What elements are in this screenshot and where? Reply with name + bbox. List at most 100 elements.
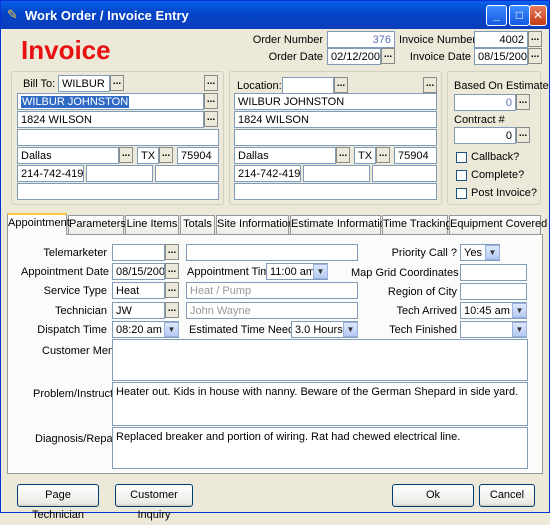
page-technician-button[interactable]: Page Technician xyxy=(17,484,99,521)
dispatch-time-dropdown[interactable]: ▼ xyxy=(164,322,179,337)
service-type-field[interactable]: Heat xyxy=(112,282,165,299)
cancel-button[interactable]: Cancel xyxy=(479,484,535,507)
order-number-field[interactable]: 376 xyxy=(327,31,395,48)
invoice-number-field[interactable]: 4002 xyxy=(474,31,528,48)
service-type-lookup-button[interactable]: ... xyxy=(165,282,179,298)
priority-call-dropdown[interactable]: ▼ xyxy=(485,245,500,260)
based-on-estimate-field[interactable]: 0 xyxy=(454,94,516,111)
estimate-lookup-button[interactable]: ... xyxy=(516,94,530,110)
tab-totals[interactable]: Totals xyxy=(180,215,215,234)
location-more-button[interactable]: ... xyxy=(423,77,437,93)
contract-lookup-button[interactable]: ... xyxy=(516,127,530,143)
location-state-button[interactable]: ... xyxy=(376,147,390,163)
based-on-estimate-label: Based On Estimate xyxy=(454,80,549,92)
tab-equipment-covered[interactable]: Equipment Covered xyxy=(449,215,547,234)
customer-memo-textarea[interactable] xyxy=(112,339,528,381)
app-icon: ✎ xyxy=(7,7,18,22)
order-date-picker-button[interactable]: ... xyxy=(381,48,395,64)
title-bar[interactable]: ✎ Work Order / Invoice Entry _ □ ✕ xyxy=(1,1,549,29)
complete-label: Complete? xyxy=(471,169,525,181)
page-title: Invoice xyxy=(21,35,111,65)
customer-inquiry-button[interactable]: Customer Inquiry xyxy=(115,484,193,521)
tab-time-tracking[interactable]: Time Tracking xyxy=(382,215,452,234)
maximize-button[interactable]: □ xyxy=(509,5,530,26)
service-type-label: Service Type xyxy=(43,285,107,297)
bill-to-lookup-button[interactable]: ... xyxy=(110,75,124,91)
post-invoice-checkbox[interactable] xyxy=(456,188,467,199)
bill-to-address-button[interactable]: ... xyxy=(204,111,218,127)
tab-line-items[interactable]: Line Items xyxy=(125,215,179,234)
location-city-field[interactable]: Dallas xyxy=(234,147,336,164)
tech-finished-label: Tech Finished xyxy=(389,324,457,336)
bill-to-email-field[interactable] xyxy=(17,183,219,200)
location-lookup-button[interactable]: ... xyxy=(334,77,348,93)
technician-field[interactable]: JW xyxy=(112,302,165,319)
diagnosis-repair-textarea[interactable]: Replaced breaker and portion of wiring. … xyxy=(112,427,528,469)
post-invoice-label: Post Invoice? xyxy=(471,187,538,199)
location-phone2-field[interactable] xyxy=(303,165,370,182)
bill-to-more-button[interactable]: ... xyxy=(204,75,218,91)
invoice-date-field[interactable]: 08/15/2005 xyxy=(474,48,528,65)
tech-arrived-dropdown[interactable]: ▼ xyxy=(512,303,527,318)
minimize-button[interactable]: _ xyxy=(486,5,507,26)
telemarketer-label: Telemarketer xyxy=(43,247,107,259)
technician-label: Technician xyxy=(55,305,107,317)
location-code-field[interactable] xyxy=(282,77,334,94)
location-phone3-field[interactable] xyxy=(372,165,437,182)
location-state-field[interactable]: TX xyxy=(354,147,376,164)
bill-to-city-field[interactable]: Dallas xyxy=(17,147,119,164)
bill-to-name-button[interactable]: ... xyxy=(204,93,218,109)
bill-to-phone3-field[interactable] xyxy=(155,165,219,182)
callback-checkbox[interactable] xyxy=(456,152,467,163)
bill-to-code-field[interactable]: WILBUR xyxy=(58,75,110,92)
bill-to-zip-field[interactable]: 75904 xyxy=(177,147,219,164)
order-date-label: Order Date xyxy=(268,51,323,63)
telemarketer-name-field[interactable] xyxy=(186,244,358,261)
location-city-button[interactable]: ... xyxy=(336,147,350,163)
bill-to-address-field[interactable]: 1824 WILSON xyxy=(17,111,204,128)
region-of-city-field[interactable] xyxy=(460,283,527,300)
appointment-time-dropdown[interactable]: ▼ xyxy=(313,264,328,279)
bill-to-state-button[interactable]: ... xyxy=(159,147,173,163)
appointment-date-picker-button[interactable]: ... xyxy=(165,263,179,279)
telemarketer-lookup-button[interactable]: ... xyxy=(165,244,179,260)
bill-to-address2-field[interactable] xyxy=(17,129,219,146)
order-date-field[interactable]: 02/12/2004 xyxy=(327,48,381,65)
invoice-date-label: Invoice Date xyxy=(409,51,471,63)
estimated-time-dropdown[interactable]: ▼ xyxy=(343,322,358,337)
bill-to-state-field[interactable]: TX xyxy=(137,147,159,164)
appointment-date-label: Appointment Date xyxy=(21,266,110,278)
close-button[interactable]: ✕ xyxy=(529,5,547,26)
location-phone-field[interactable]: 214-742-4198 xyxy=(234,165,301,182)
appointment-date-field[interactable]: 08/15/2005 xyxy=(112,263,165,280)
bill-to-name-field[interactable]: WILBUR JOHNSTON xyxy=(17,93,204,110)
tab-appointment[interactable]: Appointment xyxy=(7,213,70,235)
technician-name: John Wayne xyxy=(186,302,358,319)
problem-instructions-textarea[interactable]: Heater out. Kids in house with nanny. Be… xyxy=(112,382,528,426)
tab-estimate-information[interactable]: Estimate Information xyxy=(290,215,392,234)
location-email-field[interactable] xyxy=(234,183,437,200)
contract-field[interactable]: 0 xyxy=(454,127,516,144)
dispatch-time-label: Dispatch Time xyxy=(37,324,107,336)
ok-button[interactable]: Ok xyxy=(392,484,474,507)
location-zip-field[interactable]: 75904 xyxy=(394,147,437,164)
location-address-field[interactable]: 1824 WILSON xyxy=(234,111,437,128)
complete-checkbox[interactable] xyxy=(456,170,467,181)
location-name-field[interactable]: WILBUR JOHNSTON xyxy=(234,93,437,110)
telemarketer-field[interactable] xyxy=(112,244,165,261)
bill-to-label: Bill To: xyxy=(23,78,56,90)
map-grid-field[interactable] xyxy=(460,264,527,281)
location-address2-field[interactable] xyxy=(234,129,437,146)
technician-lookup-button[interactable]: ... xyxy=(165,302,179,318)
invoice-date-picker-button[interactable]: ... xyxy=(528,48,542,64)
bill-to-phone2-field[interactable] xyxy=(86,165,153,182)
tech-finished-dropdown[interactable]: ▼ xyxy=(512,322,527,337)
region-of-city-label: Region of City xyxy=(387,286,457,298)
invoice-number-label: Invoice Number xyxy=(399,34,477,46)
bill-to-city-button[interactable]: ... xyxy=(119,147,133,163)
bill-to-phone-field[interactable]: 214-742-4198 xyxy=(17,165,84,182)
tab-parameters[interactable]: Parameters xyxy=(68,215,126,234)
tab-site-information[interactable]: Site Information xyxy=(216,215,294,234)
tech-arrived-label: Tech Arrived xyxy=(396,305,457,317)
invoice-number-lookup-button[interactable]: ... xyxy=(528,31,542,47)
